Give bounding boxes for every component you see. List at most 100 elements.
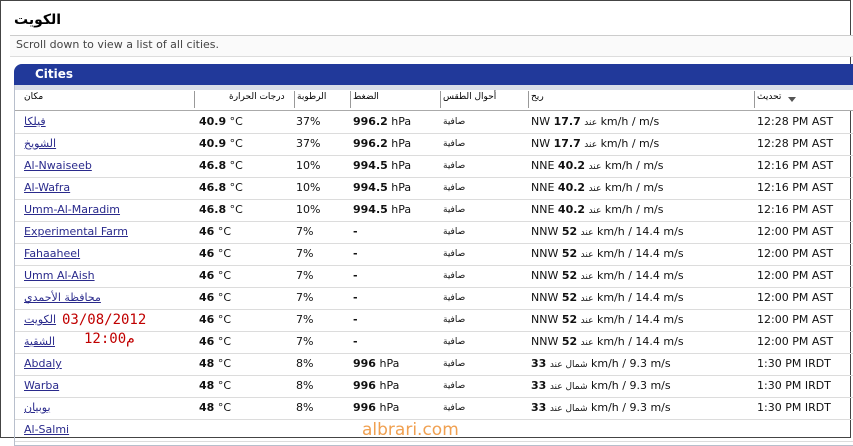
humidity-cell: 7% — [296, 313, 314, 326]
city-link[interactable]: Abdaly — [24, 357, 62, 370]
conditions-cell: صافية — [443, 271, 466, 281]
wind-label: عند — [580, 338, 594, 348]
updated-time: 1:30 PM IRDT — [757, 401, 831, 414]
wind-units: km/h / 9.3 m/s — [591, 357, 671, 370]
wind-units: km/h / m/s — [600, 115, 660, 128]
temp-value: 46.8 — [199, 203, 227, 216]
updated-time: 12:00 PM AST — [757, 225, 834, 238]
pressure-cell: 996 hPa — [353, 401, 399, 414]
city-link[interactable]: Experimental Farm — [24, 225, 128, 238]
col-updated[interactable]: تحديث — [757, 92, 781, 102]
pressure-cell: 994.5 hPa — [353, 203, 411, 216]
city-link[interactable]: فيلكا — [24, 115, 46, 128]
humidity-cell: 10% — [296, 203, 321, 216]
humidity-cell: 10% — [296, 159, 321, 172]
table-row: محافظة الأحمدي 46 °C 7% - صافية NNW 52 عند k… — [15, 287, 853, 310]
temp-cell: 46 °C — [199, 247, 231, 260]
temp-unit: °C — [217, 291, 231, 304]
temp-unit: °C — [217, 247, 231, 260]
table-row: Fahaaheel 46 °C 7% - صافية NNW 52 عند km/h /… — [15, 243, 853, 266]
wind-cell: NW 17.7 عند km/h / m/s — [531, 137, 659, 150]
temp-value: 46 — [199, 335, 215, 348]
conditions-cell: صافية — [443, 293, 466, 303]
pressure-cell: - — [353, 291, 358, 304]
wind-speed: 52 — [561, 269, 578, 282]
humidity-cell: 7% — [296, 269, 314, 282]
city-link[interactable]: الشويخ — [24, 137, 56, 150]
wind-speed: 17.7 — [553, 137, 581, 150]
temp-cell: 48 °C — [199, 357, 231, 370]
col-pressure[interactable]: الضغط — [353, 92, 379, 102]
wind-speed: 52 — [561, 335, 578, 348]
conditions-cell: صافية — [443, 381, 466, 391]
col-place[interactable]: مكان — [24, 92, 43, 102]
pressure-unit: hPa — [379, 379, 400, 392]
temp-value: 48 — [199, 357, 215, 370]
temp-unit: °C — [217, 269, 231, 282]
col-temp[interactable]: درجات الحرارة — [229, 92, 285, 102]
conditions-cell: صافية — [443, 117, 466, 127]
table-row: الشقية 46 °C 7% - صافية NNW 52 عند km/h / 14… — [15, 331, 853, 354]
temp-unit: °C — [229, 181, 243, 194]
temp-unit: °C — [229, 115, 243, 128]
updated-time: 12:16 PM AST — [757, 181, 834, 194]
panel-header — [14, 64, 853, 85]
col-conditions[interactable]: أحوال الطقس — [443, 92, 496, 102]
pressure-unit: hPa — [391, 159, 412, 172]
humidity-cell: 10% — [296, 181, 321, 194]
city-link[interactable]: Al-Nwaiseeb — [24, 159, 92, 172]
wind-cell: NNW 52 عند km/h / 14.4 m/s — [531, 225, 684, 238]
wind-label: عند — [580, 294, 594, 304]
wind-cell: NNW 52 عند km/h / 14.4 m/s — [531, 291, 684, 304]
city-link[interactable]: بوبيان — [24, 401, 51, 414]
wind-label: شمال عند — [549, 382, 588, 392]
temp-cell: 46 °C — [199, 269, 231, 282]
conditions-cell: صافية — [443, 205, 466, 215]
temp-cell: 46.8 °C — [199, 181, 243, 194]
wind-speed: 52 — [561, 225, 578, 238]
col-wind[interactable]: ريح — [531, 92, 544, 102]
temp-value: 46 — [199, 313, 215, 326]
wind-cell: 33 شمال عند km/h / 9.3 m/s — [531, 401, 671, 414]
wind-speed: 40.2 — [557, 181, 586, 194]
wind-units: km/h / 14.4 m/s — [596, 269, 684, 282]
city-link[interactable]: Al-Wafra — [24, 181, 70, 194]
city-link[interactable]: Umm Al-Aish — [24, 269, 95, 282]
pressure-unit: hPa — [379, 357, 400, 370]
city-link[interactable]: Al-Salmi — [24, 423, 69, 436]
temp-value: 46 — [199, 269, 215, 282]
humidity-cell: 7% — [296, 291, 314, 304]
temp-unit: °C — [229, 203, 243, 216]
updated-time: 12:28 PM AST — [757, 115, 834, 128]
updated-time: 12:00 PM AST — [757, 335, 834, 348]
col-humidity[interactable]: الرطوبة — [297, 92, 326, 102]
updated-time: 1:30 PM IRDT — [757, 379, 831, 392]
pressure-value: 994.5 — [353, 203, 388, 216]
pressure-unit: hPa — [391, 203, 412, 216]
wind-speed: 52 — [561, 247, 578, 260]
city-link[interactable]: Umm-Al-Maradim — [24, 203, 120, 216]
wind-label: عند — [580, 228, 594, 238]
temp-value: 40.9 — [199, 137, 227, 150]
city-link[interactable]: Warba — [24, 379, 59, 392]
wind-label: عند — [588, 162, 602, 172]
wind-direction: NNW — [531, 313, 559, 326]
pressure-cell: 994.5 hPa — [353, 159, 411, 172]
sort-desc-icon[interactable] — [788, 97, 796, 102]
table-row: Experimental Farm 46 °C 7% - صافية NNW 52 عن… — [15, 221, 853, 244]
pressure-unit: hPa — [379, 401, 400, 414]
city-link[interactable]: Fahaaheel — [24, 247, 80, 260]
temp-cell: 40.9 °C — [199, 137, 243, 150]
city-link[interactable]: الكويت — [24, 313, 56, 326]
wind-label: عند — [588, 206, 602, 216]
column-divider — [350, 91, 351, 108]
temp-unit: °C — [217, 401, 231, 414]
temp-cell: 48 °C — [199, 401, 231, 414]
city-link[interactable]: محافظة الأحمدي — [24, 291, 101, 304]
wind-cell: 33 شمال عند km/h / 9.3 m/s — [531, 379, 671, 392]
city-link[interactable]: الشقية — [24, 335, 55, 348]
temp-unit: °C — [229, 159, 243, 172]
updated-time: 12:16 PM AST — [757, 159, 834, 172]
table-row: Umm-Al-Maradim 46.8 °C 10% 994.5 hPa صافية NN… — [15, 199, 853, 222]
pressure-cell: - — [353, 225, 358, 238]
